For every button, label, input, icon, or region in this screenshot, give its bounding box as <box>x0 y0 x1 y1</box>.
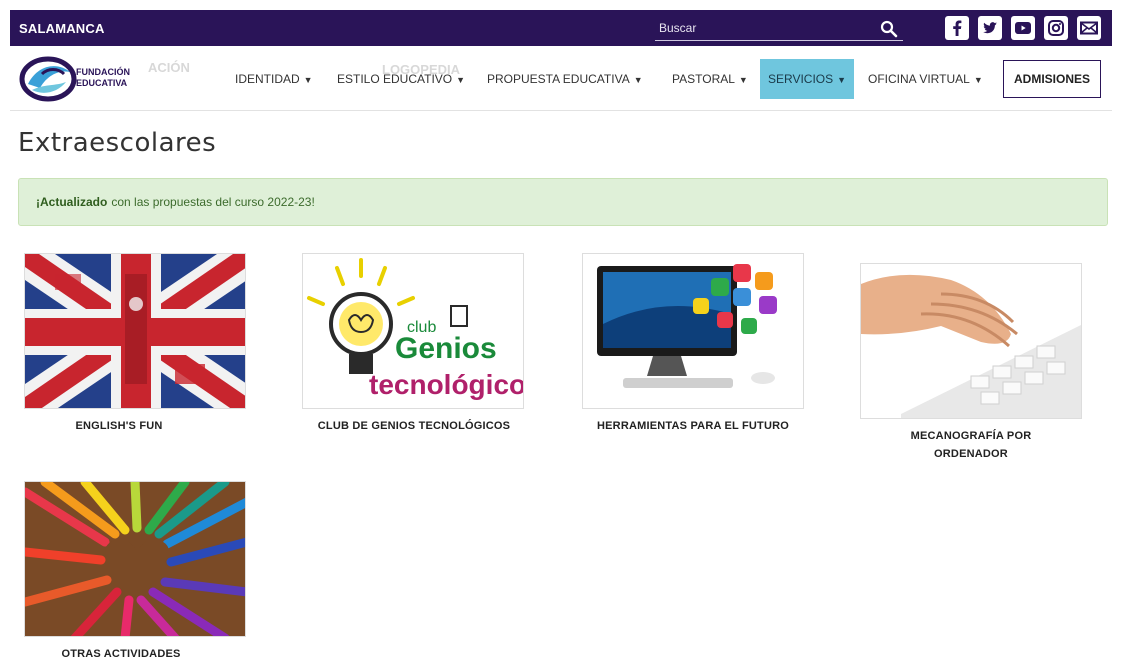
caret-down-icon: ▼ <box>633 75 643 85</box>
english-fun-image[interactable] <box>24 253 246 409</box>
activity-title[interactable]: CLUB DE GENIOS TECNOLÓGICOS <box>302 417 526 435</box>
top-bar: SALAMANCA <box>10 10 1112 46</box>
nav-servicios[interactable]: SERVICIOS ▼ <box>760 59 855 99</box>
nav-label: IDENTIDAD <box>235 72 300 86</box>
otras-actividades-image[interactable] <box>24 481 246 637</box>
nav-oficina-virtual[interactable]: OFICINA VIRTUAL ▼ <box>868 72 983 86</box>
logo-text-bottom: EDUCATIVA <box>76 78 128 88</box>
nav-pastoral[interactable]: PASTORAL ▼ <box>672 72 748 86</box>
nav-propuesta-educativa[interactable]: PROPUESTA EDUCATIVA ▼ <box>487 72 643 86</box>
page-title: Extraescolares <box>18 128 217 158</box>
activity-title[interactable]: MECANOGRAFÍA POR ORDENADOR <box>860 427 1082 463</box>
search-icon[interactable] <box>880 20 898 38</box>
twitter-icon[interactable] <box>978 16 1002 40</box>
alert-bold: ¡Actualizado <box>36 195 108 209</box>
activity-title[interactable]: HERRAMIENTAS PARA EL FUTURO <box>590 417 796 435</box>
nav-label: PROPUESTA EDUCATIVA <box>487 72 630 86</box>
activity-title[interactable]: OTRAS ACTIVIDADES <box>24 645 218 663</box>
activity-title[interactable]: ENGLISH'S FUN <box>24 417 214 435</box>
alert-text: con las propuestas del curso 2022-23! <box>111 195 315 209</box>
update-alert: ¡Actualizado con las propuestas del curs… <box>18 178 1108 226</box>
search-box <box>655 18 903 41</box>
nav-label: PASTORAL <box>672 72 735 86</box>
nav-label: SERVICIOS <box>768 72 834 86</box>
caret-down-icon: ▼ <box>837 75 847 85</box>
genios-text: Genios <box>395 332 497 365</box>
city-label: SALAMANCA <box>19 21 105 36</box>
youtube-icon[interactable] <box>1011 16 1035 40</box>
mail-icon[interactable] <box>1077 16 1101 40</box>
main-nav: ACIÓN LOGOPEDIA FUNDACIÓN EDUCATIVA IDEN… <box>10 48 1112 111</box>
nav-label: ESTILO EDUCATIVO <box>337 72 453 86</box>
activity-title-line: MECANOGRAFÍA POR <box>910 430 1032 442</box>
activity-title-line: ORDENADOR <box>934 448 1008 460</box>
mecanografia-image[interactable] <box>860 263 1082 419</box>
logo[interactable]: FUNDACIÓN EDUCATIVA <box>18 54 168 104</box>
caret-down-icon: ▼ <box>456 75 466 85</box>
instagram-icon[interactable] <box>1044 16 1068 40</box>
search-input[interactable] <box>655 18 873 38</box>
club-genios-image[interactable]: club Genios tecnológicos <box>302 253 524 409</box>
caret-down-icon: ▼ <box>973 75 983 85</box>
admissions-button[interactable]: ADMISIONES <box>1003 60 1101 98</box>
caret-down-icon: ▼ <box>303 75 313 85</box>
logo-text-top: FUNDACIÓN <box>76 66 130 77</box>
nav-estilo-educativo[interactable]: ESTILO EDUCATIVO ▼ <box>337 72 465 86</box>
herramientas-image[interactable] <box>582 253 804 409</box>
tecnologicos-text: tecnológicos <box>369 369 524 400</box>
nav-identidad[interactable]: IDENTIDAD ▼ <box>235 72 313 86</box>
caret-down-icon: ▼ <box>738 75 748 85</box>
nav-label: OFICINA VIRTUAL <box>868 72 970 86</box>
facebook-icon[interactable] <box>945 16 969 40</box>
